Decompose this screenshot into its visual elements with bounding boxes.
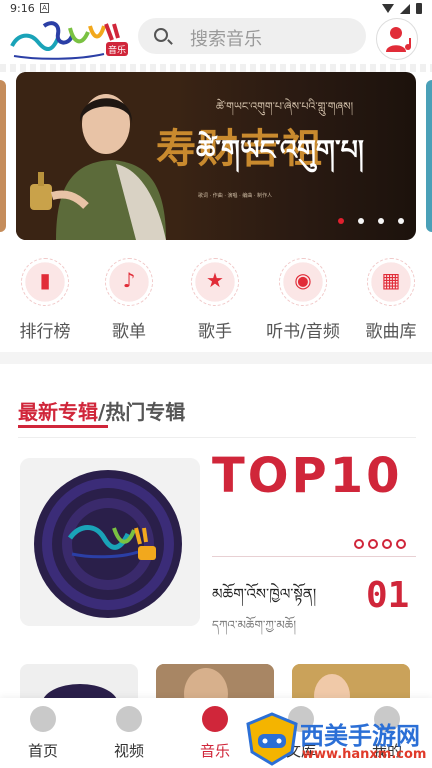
video-icon [116,706,142,732]
banner-prev-peek[interactable] [0,80,6,232]
banner-credits: 歌词 · 作曲 · 演唱 · 编曲 · 制作人 [198,193,273,199]
watermark-url: www.hanxm.com [302,747,427,762]
tab-latest-albums[interactable]: 最新专辑 [18,400,98,424]
category-singer[interactable]: ★ 歌手 [170,254,256,344]
notification-icon: A [40,3,49,13]
carousel-dot[interactable] [398,218,404,224]
category-playlist[interactable]: ♪ 歌单 [84,254,170,344]
battery-icon [416,3,422,14]
logo-badge: 音乐 [108,44,126,56]
nav-label: 视频 [113,742,144,760]
playlist-icon: ♪ [122,268,136,292]
banner-carousel[interactable]: ཚེ་གཡང་འགུག་པ་ཞེས་པའི་གླུ་གཞས། 寿财吉祖 ཚེ་ག… [16,72,416,240]
home-icon [30,706,56,732]
search-icon [154,28,168,42]
banner-next-peek[interactable] [426,80,432,232]
signal-icon [400,3,410,14]
category-library[interactable]: ▦ 歌曲库 [346,254,432,344]
gamepad-shield-icon [246,712,298,766]
library-icon: ▦ [381,268,401,292]
top-header: 音乐 搜索音乐 [0,14,432,64]
album-rank-number: 01 [366,575,410,616]
category-ranking[interactable]: ▮ 排行榜 [0,254,86,344]
site-watermark: 西美手游网 www.hanxm.com [238,712,432,768]
album-rule [212,556,416,557]
category-label: 歌手 [198,322,232,342]
category-label: 听书/音频 [266,322,340,342]
active-tab-underline [18,425,108,428]
ranking-icon: ▮ [39,268,51,292]
singer-icon: ★ [206,268,224,292]
singer-profile-button[interactable] [376,18,418,60]
search-placeholder: 搜索音乐 [190,29,262,50]
carousel-indicator [338,218,404,224]
category-label: 排行榜 [19,322,71,342]
wifi-icon [382,4,394,13]
section-divider [0,352,432,364]
nav-video[interactable]: 视频 [86,706,172,761]
carousel-dot[interactable] [358,218,364,224]
category-label: 歌曲库 [365,322,417,342]
category-audio[interactable]: ◉ 听书/音频 [258,254,344,344]
tab-hot-albums[interactable]: 热门专辑 [105,400,185,424]
decorative-dots [354,539,406,549]
album-section-tabs: 最新专辑/热门专辑 [18,396,185,425]
banner-singer-image [16,72,171,240]
app-screen: 9:16 A 音乐 搜索音乐 ཚེ་གཡང་འགུག་པ་ཞེས་པའི་གླུ… [0,0,432,768]
vinyl-record-image [20,458,200,626]
album-cover[interactable] [20,458,200,626]
category-grid: ▮ 排行榜 ♪ 歌单 ★ 歌手 ◉ 听书/音频 ▦ 歌曲库 [0,254,432,344]
section-rule [18,437,416,438]
album-top10-badge: TOP10 [212,448,403,504]
search-bar[interactable]: 搜索音乐 [138,18,366,54]
banner-title-tibetan: ཚེ་གཡང་འགུག་པ། [196,135,364,166]
category-label: 歌单 [112,322,146,342]
app-logo[interactable]: 音乐 [8,16,133,62]
nav-home[interactable]: 首页 [0,706,86,761]
audio-icon: ◉ [294,268,312,292]
watermark-text: 西美手游网 [300,722,420,750]
music-icon [202,706,228,732]
decorative-border [0,64,432,72]
carousel-dot[interactable] [378,218,384,224]
nav-label: 首页 [27,742,58,760]
carousel-dot[interactable] [338,218,344,224]
album-artist: དཀའ་མཆོག་ཀྱ་མཆོ། [212,618,297,632]
user-mic-icon [386,27,411,52]
